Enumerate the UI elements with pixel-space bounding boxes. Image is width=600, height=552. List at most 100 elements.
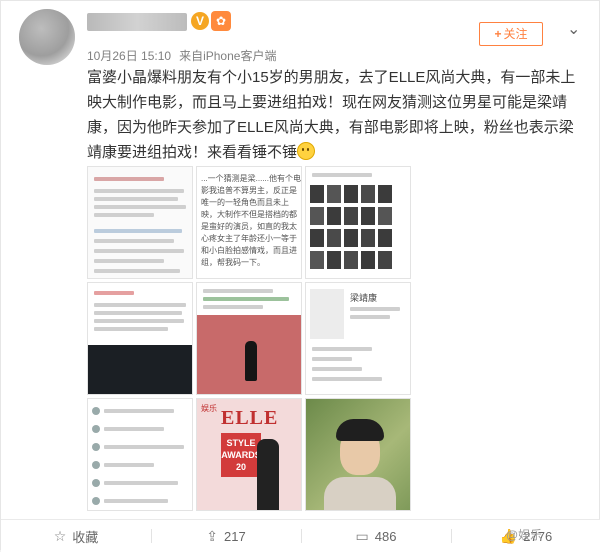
post-line	[203, 289, 273, 293]
avatar[interactable]	[19, 9, 75, 65]
vip-icon: ✿	[211, 11, 231, 31]
person-figure	[257, 439, 279, 510]
share-icon: ⇪	[206, 527, 219, 544]
collage-header-line	[312, 173, 372, 177]
photo-thumb	[344, 251, 358, 269]
source-prefix: 来自	[179, 49, 204, 63]
post-meta: 10月26日 15:10 来自iPhone客户端	[87, 47, 276, 64]
image-portrait[interactable]	[305, 398, 411, 511]
comment-avatar	[92, 407, 100, 415]
post-time[interactable]: 10月26日 15:10	[87, 49, 171, 63]
repost-count: 217	[224, 528, 246, 544]
post-author-line	[94, 291, 134, 295]
smile-emoji-icon	[297, 142, 316, 160]
image-weibo-post-screenshot[interactable]	[87, 282, 193, 395]
plus-icon: +	[494, 27, 502, 41]
post-line	[94, 319, 184, 323]
photo-thumb	[310, 185, 324, 203]
comment-line	[104, 427, 164, 431]
comment-avatar	[92, 443, 100, 451]
photo-thumb	[361, 185, 375, 203]
profile-line	[312, 377, 382, 381]
photo-thumb	[327, 207, 341, 225]
post-source: iPhone客户端	[203, 49, 277, 63]
corner-label: 娱乐	[201, 404, 217, 413]
comment-line	[104, 409, 174, 413]
comment-line	[104, 499, 168, 503]
post-line	[203, 297, 289, 301]
image-text-content: ...一个猜测是梁......他有个电影我追普不算男主，反正是唯一的一轻角色而且…	[201, 174, 302, 267]
weibo-post-card: V ✿ 10月26日 15:10 来自iPhone客户端 + 关注 ⌄ 富婆小晶爆料…	[0, 0, 600, 552]
follow-label: 关注	[503, 27, 528, 41]
photo-thumb	[310, 207, 324, 225]
star-icon: ☆	[53, 527, 67, 544]
comment-icon: ▭	[355, 527, 369, 544]
photo-thumb	[327, 251, 341, 269]
follow-button[interactable]: + 关注	[479, 22, 543, 46]
avatar-image	[19, 9, 75, 65]
photo-thumb	[361, 207, 375, 225]
profile-photo	[310, 289, 344, 339]
photo-thumb	[378, 251, 392, 269]
post-text: 富婆小晶爆料朋友有个小15岁的男朋友，去了ELLE风尚大典，有一部未上映大制作电…	[87, 65, 587, 165]
photo-thumb	[378, 229, 392, 247]
profile-line	[350, 307, 400, 311]
chat-line	[94, 229, 182, 233]
comment-button[interactable]: ▭ 486	[301, 520, 451, 552]
profile-line	[312, 367, 362, 371]
image-red-carpet[interactable]	[196, 282, 302, 395]
portrait-hair	[336, 419, 384, 441]
redacted-line	[94, 177, 164, 181]
image-chat-screenshot[interactable]	[87, 166, 193, 279]
comment-line	[104, 481, 178, 485]
comment-avatar	[92, 461, 100, 469]
post-line	[94, 303, 186, 307]
photo-thumb	[310, 229, 324, 247]
post-line	[94, 311, 182, 315]
comment-line	[104, 445, 184, 449]
profile-line	[312, 347, 372, 351]
comment-line	[104, 463, 154, 467]
favorite-label: 收藏	[72, 529, 99, 545]
chat-line	[94, 189, 184, 193]
watermark: @娱乐	[506, 528, 543, 542]
chat-line	[94, 239, 174, 243]
profile-line	[350, 315, 390, 319]
image-text-screenshot[interactable]: ...一个猜测是梁......他有个电影我追普不算男主，反正是唯一的一轻角色而且…	[196, 166, 302, 279]
photo-thumb	[327, 229, 341, 247]
chat-line	[94, 197, 178, 201]
comment-avatar	[92, 497, 100, 505]
style-awards-sign: STYLE AWARDS 20	[221, 433, 261, 477]
dark-video-thumbnail	[88, 345, 192, 394]
profile-line	[312, 357, 352, 361]
post-line	[94, 327, 168, 331]
comment-avatar	[92, 425, 100, 433]
photo-thumb	[327, 185, 341, 203]
elle-logo: ELLE	[221, 407, 279, 429]
photo-thumb	[344, 185, 358, 203]
comment-avatar	[92, 479, 100, 487]
image-elle-style-awards[interactable]: 娱乐 ELLE STYLE AWARDS 20	[196, 398, 302, 511]
portrait-shirt	[324, 477, 396, 510]
chat-line	[94, 249, 184, 253]
chat-line	[94, 259, 164, 263]
photo-thumb	[378, 207, 392, 225]
person-figure	[245, 341, 257, 381]
chat-line	[94, 213, 154, 217]
photo-thumb	[361, 229, 375, 247]
chat-line	[94, 269, 180, 273]
photo-thumb	[344, 207, 358, 225]
image-photo-collage[interactable]	[305, 166, 411, 279]
profile-name: 梁靖康	[350, 293, 378, 303]
username-redacted[interactable]	[87, 13, 187, 31]
image-comments-screenshot[interactable]	[87, 398, 193, 511]
repost-button[interactable]: ⇪ 217	[151, 520, 301, 552]
photo-thumb	[378, 185, 392, 203]
photo-thumb	[361, 251, 375, 269]
chat-line	[94, 205, 186, 209]
favorite-button[interactable]: ☆ 收藏	[1, 520, 151, 552]
image-grid: ...一个猜测是梁......他有个电影我追普不算男主，反正是唯一的一轻角色而且…	[87, 166, 411, 511]
verified-badge-icon: V	[191, 12, 209, 30]
chevron-down-icon[interactable]: ⌄	[567, 19, 580, 39]
image-profile-card[interactable]: 梁靖康	[305, 282, 411, 395]
